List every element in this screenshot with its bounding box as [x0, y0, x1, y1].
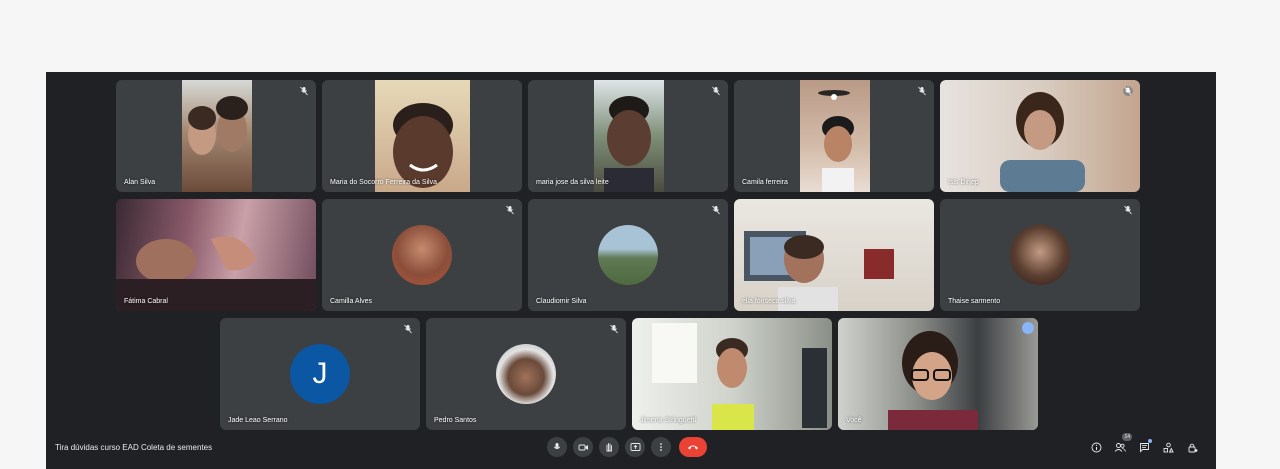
participant-name: Você — [846, 417, 862, 424]
participant-tile[interactable]: Thaise sarmento — [940, 199, 1140, 311]
meet-window: Alan Silva Maria do Socorro Ferreira da … — [46, 72, 1216, 469]
mic-off-icon — [404, 324, 412, 334]
participant-name: elia fonseca silva — [742, 298, 796, 305]
present-screen-icon — [630, 443, 640, 451]
avatar — [496, 344, 556, 404]
participant-tile[interactable]: Jimena Stringuetti — [632, 318, 832, 430]
raise-hand-button[interactable] — [599, 437, 619, 457]
participant-tile[interactable]: Fátima Cabral — [116, 199, 316, 311]
participant-name: Alan Silva — [124, 179, 156, 186]
microphone-icon — [553, 443, 561, 449]
mic-off-icon — [918, 86, 926, 96]
video-frame — [652, 323, 827, 430]
participant-name: Fátima Cabral — [124, 298, 168, 305]
participant-video — [375, 80, 470, 192]
participant-name: Camilla Alves — [330, 298, 373, 305]
video-frame — [1000, 92, 1085, 192]
participant-name: maria jose da silva leite — [536, 179, 609, 186]
participant-name: Camila ferreira — [742, 179, 788, 186]
participant-tile[interactable]: Pedro Santos — [426, 318, 626, 430]
video-frame — [744, 231, 894, 311]
participant-name: Thaise sarmento — [948, 298, 1001, 305]
people-icon — [1114, 442, 1126, 452]
chat-notification-dot — [1148, 439, 1152, 443]
chat-icon — [1139, 442, 1149, 453]
more-options-button[interactable] — [651, 437, 671, 457]
participant-video — [116, 199, 316, 311]
raise-hand-icon — [606, 443, 612, 452]
participant-tile[interactable]: Camila ferreira — [734, 80, 934, 192]
avatar-initial: J — [312, 357, 328, 390]
participant-name: Jade Leao Serrano — [228, 417, 288, 424]
participant-video — [594, 80, 664, 192]
video-frame — [188, 96, 248, 155]
avatar: J — [290, 344, 350, 404]
participant-video — [940, 80, 1140, 192]
activities-button[interactable] — [1160, 439, 1176, 455]
video-frame — [888, 331, 978, 430]
participant-video — [734, 199, 934, 311]
participant-tile[interactable]: Maria do Socorro Ferreira da Silva — [322, 80, 522, 192]
participant-tile[interactable]: Camilla Alves — [322, 199, 522, 311]
host-controls-button[interactable] — [1184, 439, 1200, 455]
avatar — [598, 225, 658, 285]
video-frame — [604, 96, 654, 192]
leave-call-button[interactable] — [679, 437, 707, 457]
participant-name: Claudiomir Silva — [536, 298, 587, 305]
mic-off-icon — [712, 205, 720, 215]
participant-name: Isis Dinep — [948, 179, 979, 186]
participants-count-badge: 14 — [1122, 433, 1132, 441]
participant-video — [632, 318, 832, 430]
mic-off-icon — [712, 86, 720, 96]
video-frame — [818, 90, 854, 192]
video-frame — [116, 236, 316, 311]
more-options-icon — [660, 443, 662, 451]
chat-button[interactable] — [1136, 439, 1152, 455]
mic-off-icon — [506, 205, 514, 215]
avatar — [1010, 225, 1070, 285]
participant-name: Maria do Socorro Ferreira da Silva — [330, 179, 437, 186]
participant-tile[interactable]: J Jade Leao Serrano — [220, 318, 420, 430]
mic-off-icon — [1123, 86, 1133, 96]
mic-off-icon — [300, 86, 308, 96]
meeting-title: Tira dúvidas curso EAD Coleta de semente… — [55, 443, 213, 452]
mic-off-icon — [1124, 205, 1132, 215]
info-icon — [1091, 442, 1101, 452]
avatar — [392, 225, 452, 285]
host-controls-icon — [1188, 443, 1197, 452]
participant-tile[interactable]: Isis Dinep — [940, 80, 1140, 192]
camera-button[interactable] — [573, 437, 593, 457]
participant-video — [800, 80, 870, 192]
self-view-tile[interactable]: Você — [838, 318, 1038, 430]
participant-name: Pedro Santos — [434, 417, 477, 424]
people-button[interactable]: 14 — [1112, 433, 1132, 455]
participant-tile[interactable]: Alan Silva — [116, 80, 316, 192]
camera-icon — [578, 444, 588, 451]
tile-more-options-icon[interactable] — [1022, 322, 1034, 334]
meeting-info-button[interactable] — [1088, 439, 1104, 455]
participant-name: Jimena Stringuetti — [640, 417, 697, 424]
participant-video — [182, 80, 252, 192]
microphone-button[interactable] — [547, 437, 567, 457]
activities-icon — [1163, 442, 1174, 452]
participant-tile[interactable]: elia fonseca silva — [734, 199, 934, 311]
participant-tile[interactable]: maria jose da silva leite — [528, 80, 728, 192]
bottom-toolbar: Tira dúvidas curso EAD Coleta de semente… — [46, 429, 1216, 469]
participant-tile[interactable]: Claudiomir Silva — [528, 199, 728, 311]
participant-video — [838, 318, 1038, 430]
present-screen-button[interactable] — [625, 437, 645, 457]
video-frame — [393, 103, 453, 188]
mic-off-icon — [610, 324, 618, 334]
leave-call-icon — [688, 445, 698, 450]
